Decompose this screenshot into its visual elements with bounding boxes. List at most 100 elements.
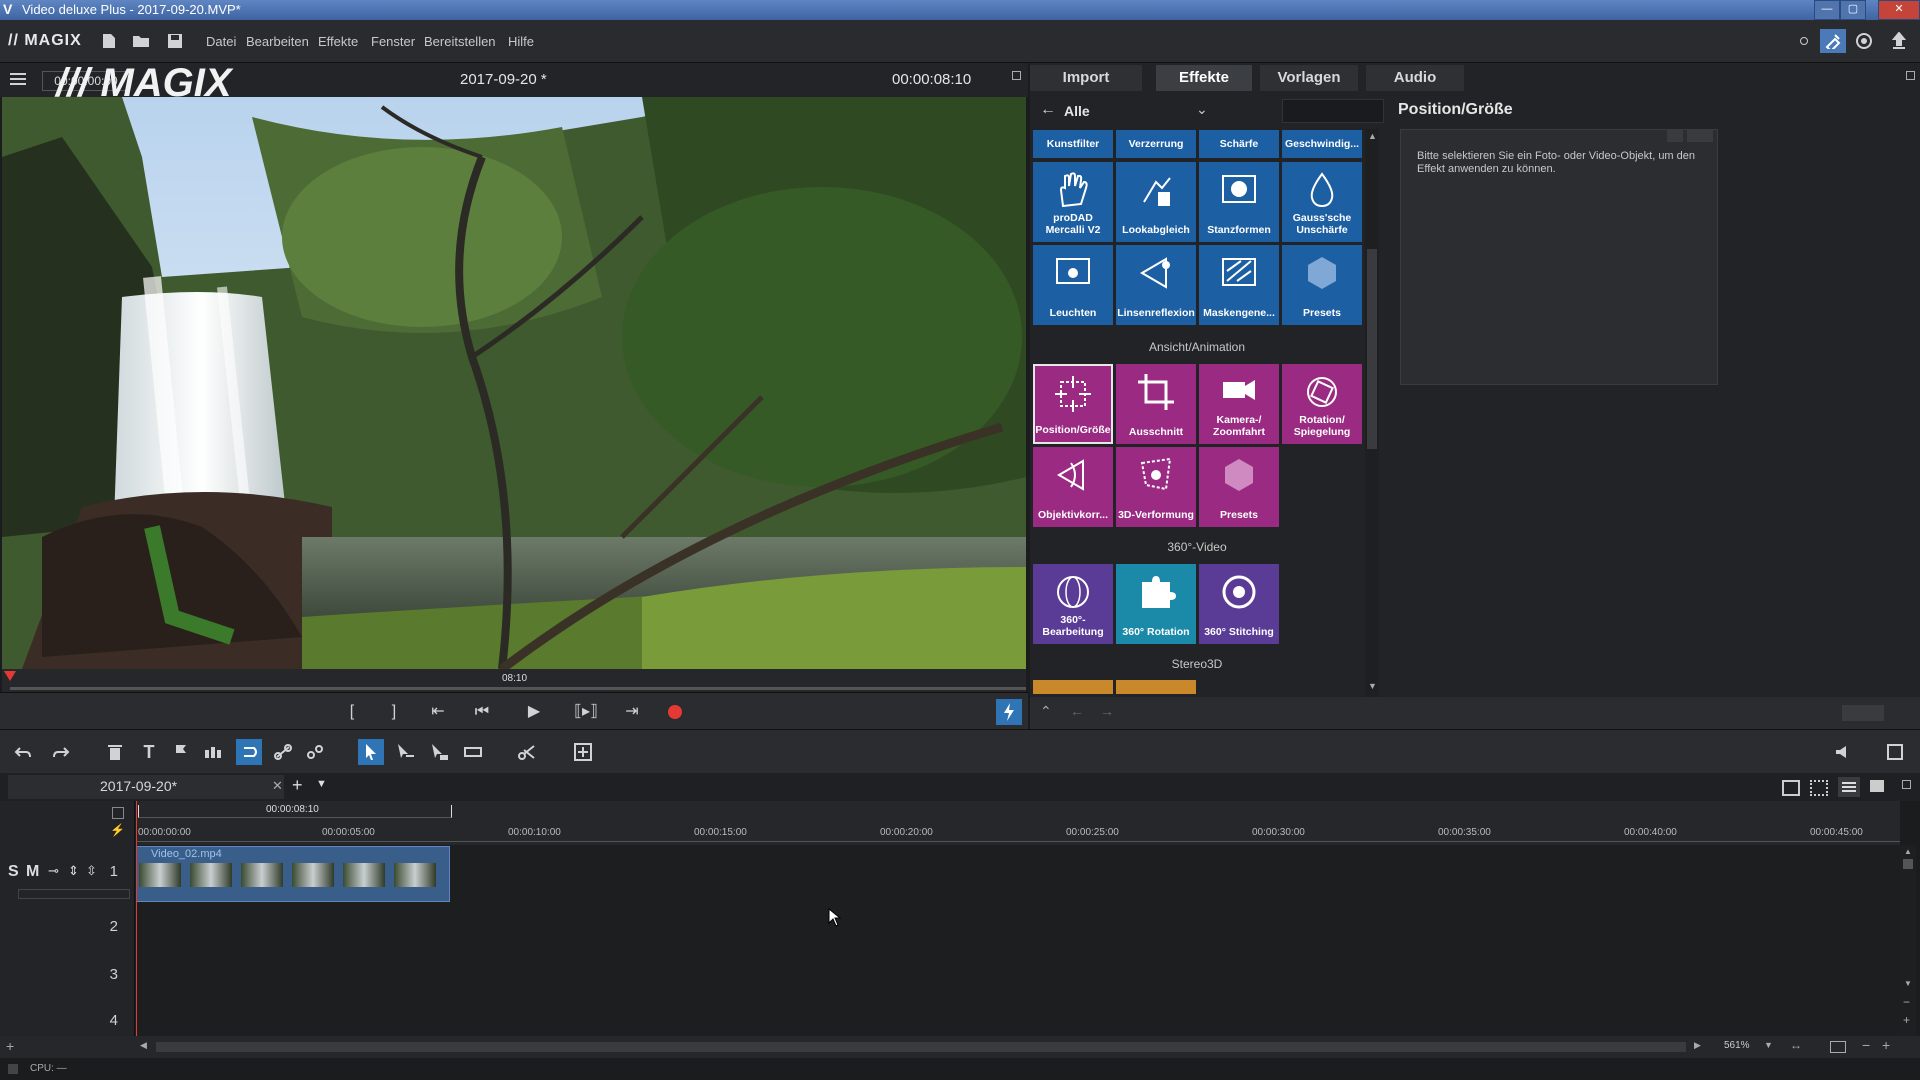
unlink-icon[interactable] [304, 741, 326, 763]
effect-objektivkorrektur[interactable]: Objektivkorr... [1033, 447, 1113, 527]
marker-flag-icon[interactable] [170, 741, 192, 763]
add-track-icon[interactable]: + [6, 1038, 14, 1054]
stretch-tool-icon[interactable] [462, 741, 484, 763]
effect-presets-2[interactable]: Presets [1199, 447, 1279, 527]
vscroll-down-icon[interactable]: ▼ [1904, 979, 1912, 988]
zoom-in-icon[interactable]: + [1882, 1037, 1890, 1053]
undo-icon[interactable] [12, 741, 34, 763]
track-volume-slider[interactable] [18, 889, 130, 899]
tab-audio[interactable]: Audio [1366, 65, 1464, 91]
menu-effekte[interactable]: Effekte [318, 34, 358, 49]
back-arrow-icon[interactable]: ← [1040, 101, 1056, 119]
title-text-icon[interactable]: T [138, 741, 160, 763]
detail-dropdown-icon[interactable] [1667, 130, 1683, 142]
maximize-button[interactable]: ▢ [1840, 0, 1866, 20]
panel-detach-icon[interactable] [1906, 71, 1915, 80]
effects-search-input[interactable] [1282, 99, 1384, 123]
menu-datei[interactable]: Datei [206, 34, 236, 49]
play-range-button[interactable]: ⟦▸⟧ [574, 701, 598, 723]
project-tab[interactable]: 2017-09-20* ✕ [8, 775, 284, 799]
pointer-tool-icon[interactable] [358, 739, 384, 765]
link-icon[interactable] [272, 741, 294, 763]
effect-gauss-unschaerfe[interactable]: Gauss'sche Unschärfe [1282, 162, 1362, 242]
effect-360-stitching[interactable]: 360° Stitching [1199, 564, 1279, 644]
volume-icon[interactable] [1832, 741, 1854, 763]
record-button[interactable] [668, 705, 682, 719]
video-clip[interactable]: Video_02.mp4 [136, 846, 450, 902]
vscroll-thumb[interactable] [1903, 859, 1913, 869]
track-3[interactable]: 3 [0, 950, 1900, 999]
timeline-detach-icon[interactable] [1902, 780, 1911, 789]
video-preview[interactable] [2, 97, 1026, 669]
timeline-vscrollbar[interactable]: ▲ ▼ − + [1900, 845, 1916, 1036]
effect-position-groesse[interactable]: Position/Größe [1033, 364, 1113, 444]
playhead-marker-icon[interactable] [4, 671, 16, 681]
lightning-mode-icon[interactable] [996, 699, 1022, 725]
menu-hilfe[interactable]: Hilfe [508, 34, 534, 49]
stereo-effect-tile-2[interactable] [1116, 680, 1196, 694]
effect-verzerrung[interactable]: Verzerrung [1116, 130, 1196, 158]
redo-icon[interactable] [50, 741, 72, 763]
upload-icon[interactable] [1888, 30, 1910, 52]
split-icon[interactable] [202, 741, 224, 763]
select-track-tool-icon[interactable] [394, 741, 416, 763]
hscroll-right-icon[interactable]: ▶ [1694, 1040, 1701, 1051]
mute-button[interactable]: M [26, 863, 39, 881]
lock-icon[interactable] [112, 807, 124, 819]
detail-expand-icon[interactable] [1687, 130, 1713, 142]
tab-vorlagen[interactable]: Vorlagen [1260, 65, 1358, 91]
menu-fenster[interactable]: Fenster [371, 34, 415, 49]
nav-forward-icon[interactable]: → [1100, 703, 1114, 719]
effects-scrollbar[interactable]: ▲ ▼ [1365, 129, 1379, 697]
effect-maskengenerator[interactable]: Maskengene... [1199, 245, 1279, 325]
tab-dropdown-icon[interactable]: ▼ [316, 778, 327, 790]
menu-bereitstellen[interactable]: Bereitstellen [424, 34, 496, 49]
view-multicam-icon[interactable] [1870, 780, 1884, 792]
effect-geschwindigkeit[interactable]: Geschwindig... [1282, 130, 1362, 158]
go-to-end-button[interactable]: ⇥ [620, 701, 644, 723]
hscroll-thumb[interactable] [156, 1042, 1686, 1052]
view-timeline-icon[interactable] [1838, 777, 1860, 797]
timeline-ruler[interactable]: 00:00:08:10 00:00:00:00 00:00:05:00 00:0… [136, 801, 1900, 845]
hamburger-menu-icon[interactable] [10, 72, 26, 86]
scroll-down-icon[interactable]: ▼ [1368, 681, 1377, 691]
new-file-icon[interactable] [98, 30, 120, 52]
scrub-bar[interactable]: 08:10 [2, 669, 1026, 692]
effect-3d-verformung[interactable]: 3D-Verformung [1116, 447, 1196, 527]
minimize-button[interactable]: — [1814, 0, 1840, 20]
effect-leuchten[interactable]: Leuchten [1033, 245, 1113, 325]
mark-in-button[interactable]: [ [340, 701, 364, 723]
track-2[interactable]: 2 [0, 902, 1900, 951]
stereo-effect-tile[interactable] [1033, 680, 1113, 694]
tab-effekte[interactable]: Effekte [1156, 65, 1252, 91]
effect-schaerfe[interactable]: Schärfe [1199, 130, 1279, 158]
go-to-start-button[interactable]: ⇤ [426, 701, 450, 723]
view-single-icon[interactable] [1782, 780, 1800, 796]
scroll-up-icon[interactable]: ▲ [1368, 131, 1377, 141]
track-zoom-in-icon[interactable]: + [1903, 1013, 1910, 1027]
close-button[interactable]: ✕ [1878, 0, 1920, 20]
scrub-track[interactable] [10, 687, 1026, 690]
track-4[interactable]: 4 [0, 998, 1900, 1037]
nav-back-icon[interactable]: ← [1070, 703, 1084, 719]
close-tab-icon[interactable]: ✕ [272, 778, 283, 794]
insert-mode-icon[interactable] [572, 741, 594, 763]
chevron-down-icon[interactable]: ⌄ [1196, 101, 1208, 118]
effect-ausschnitt[interactable]: Ausschnitt [1116, 364, 1196, 444]
track-zoom-out-icon[interactable]: − [1903, 995, 1910, 1009]
open-folder-icon[interactable] [130, 30, 152, 52]
category-select[interactable]: Alle [1064, 103, 1090, 119]
menu-bearbeiten[interactable]: Bearbeiten [246, 34, 309, 49]
add-tab-icon[interactable]: + [292, 775, 303, 796]
effect-linsenreflexion[interactable]: Linsenreflexion [1116, 245, 1196, 325]
fit-project-icon[interactable] [1830, 1041, 1846, 1053]
zoom-level[interactable]: 561% [1724, 1040, 1750, 1051]
view-storyboard-icon[interactable] [1810, 780, 1828, 796]
effect-360-rotation[interactable]: 360° Rotation [1116, 564, 1196, 644]
tab-import[interactable]: Import [1030, 65, 1142, 91]
effect-rotation-spiegelung[interactable]: Rotation/ Spiegelung [1282, 364, 1362, 444]
mixer-icon[interactable] [1884, 741, 1906, 763]
detach-icon[interactable] [1012, 71, 1021, 80]
footer-toggle[interactable] [1842, 705, 1884, 721]
collapse-up-icon[interactable]: ⌃ [1040, 703, 1052, 720]
